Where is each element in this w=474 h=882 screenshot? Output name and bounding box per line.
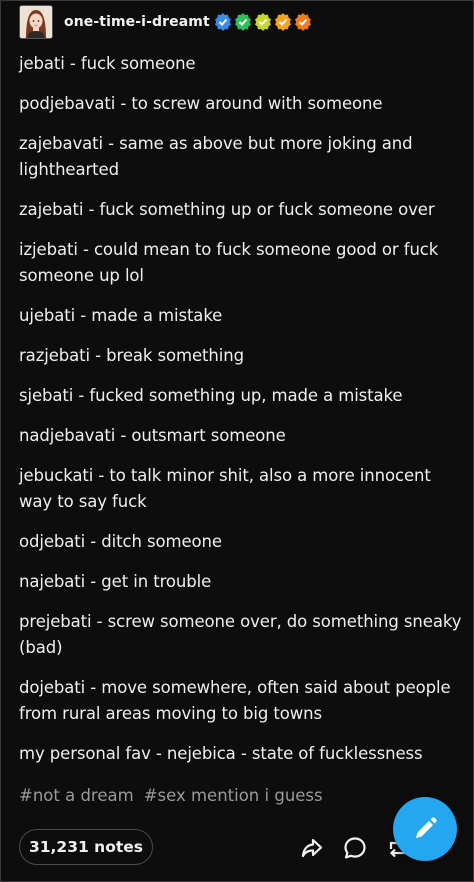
badge-list (214, 13, 312, 31)
notes-button[interactable]: 31,231 notes (19, 829, 153, 865)
verified-badge-icon[interactable] (214, 13, 232, 31)
compose-button[interactable] (393, 797, 457, 861)
pencil-icon (416, 817, 437, 838)
post-header: one-time-i-dreamt (19, 5, 312, 39)
body-line: ujebati - made a mistake (19, 306, 223, 325)
body-line: izjebati - could mean to fuck someone go… (19, 240, 439, 285)
check-badge-icon[interactable] (254, 13, 272, 31)
body-line: nadjebavati - outsmart someone (19, 426, 286, 445)
tag-list: #not a dream #sex mention i guess (19, 786, 323, 805)
tag-link[interactable]: #not a dream (19, 786, 134, 805)
post-body: jebati - fuck someone podjebavati - to s… (19, 51, 464, 781)
body-line: prejebati - screw someone over, do somet… (19, 612, 462, 657)
check-badge-icon[interactable] (274, 13, 292, 31)
body-line: odjebati - ditch someone (19, 532, 222, 551)
check-badge-icon[interactable] (234, 13, 252, 31)
body-line: sjebati - fucked something up, made a mi… (19, 386, 403, 405)
body-line: jebati - fuck someone (19, 54, 196, 73)
body-line: najebati - get in trouble (19, 572, 212, 591)
body-line: zajebati - fuck something up or fuck som… (19, 200, 435, 219)
tag-link[interactable]: #sex mention i guess (144, 786, 323, 805)
avatar[interactable] (19, 5, 53, 39)
comment-icon[interactable] (342, 835, 368, 861)
body-line: razjebati - break something (19, 346, 244, 365)
body-line: jebuckati - to talk minor shit, also a m… (19, 466, 431, 511)
check-badge-icon[interactable] (294, 13, 312, 31)
share-icon[interactable] (299, 835, 325, 861)
body-line: dojebati - move somewhere, often said ab… (19, 678, 451, 723)
post-card: one-time-i-dreamt jebati - fuck someone … (0, 0, 474, 882)
body-line: my personal fav - nejebica - state of fu… (19, 744, 423, 763)
avatar-image (20, 6, 52, 38)
body-line: zajebavati - same as above but more joki… (19, 134, 413, 179)
body-line: podjebavati - to screw around with someo… (19, 94, 383, 113)
username[interactable]: one-time-i-dreamt (64, 14, 210, 30)
